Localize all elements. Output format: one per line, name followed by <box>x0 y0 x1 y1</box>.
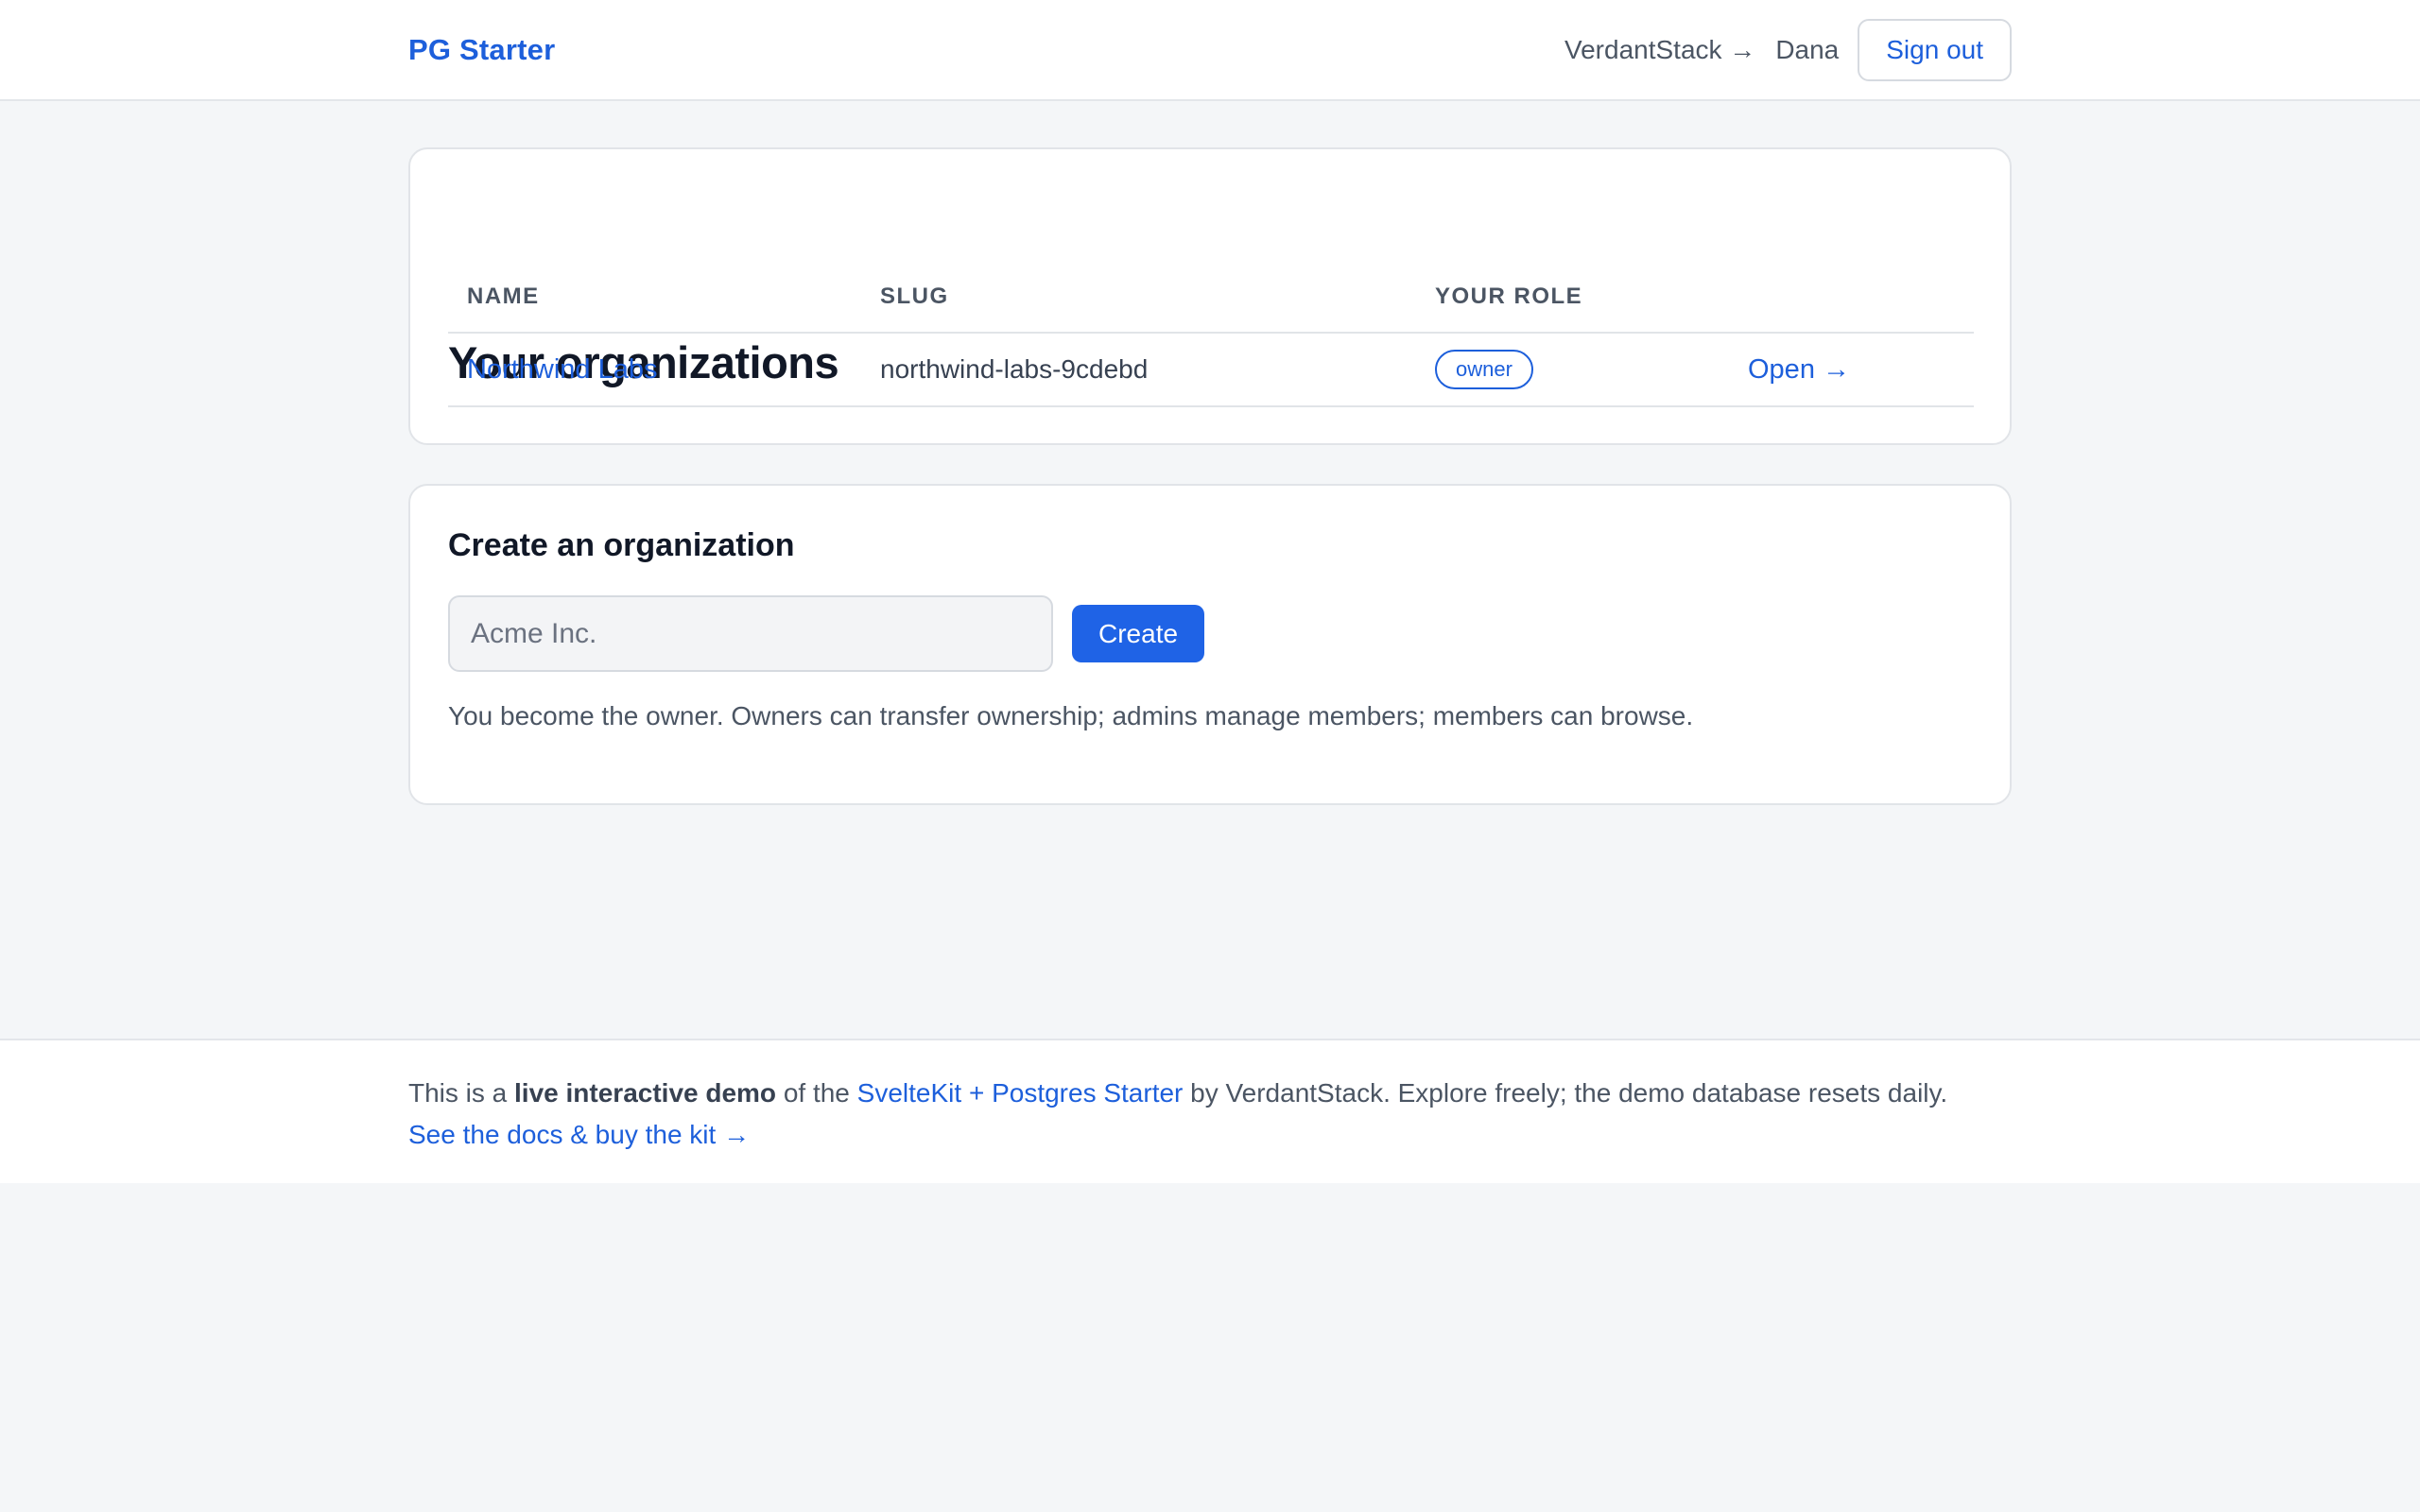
org-name-link[interactable]: Northwind Labs <box>467 354 658 385</box>
nav-right-group: VerdantStack → Dana Sign out <box>1564 18 2012 81</box>
organizations-card: Your organizations NAME SLUG YOUR ROLE N… <box>408 147 2012 445</box>
column-header-name: NAME <box>448 261 861 334</box>
footer-text-middle: of the <box>776 1078 857 1108</box>
column-header-slug: SLUG <box>861 261 1416 334</box>
footer-text-prefix: This is a <box>408 1078 515 1108</box>
column-header-role: YOUR ROLE <box>1416 261 1729 334</box>
org-name-cell: Northwind Labs <box>448 333 861 407</box>
create-form-row: Create <box>448 595 1205 672</box>
footer-text-suffix: by VerdantStack. Explore freely; the dem… <box>1183 1078 1948 1108</box>
open-org-link[interactable]: Open → <box>1748 354 1850 385</box>
organization-name-input[interactable] <box>448 595 1053 672</box>
org-action-cell: Open → <box>1729 333 1974 407</box>
column-header-action <box>1729 261 1974 334</box>
user-name: Dana <box>1775 34 1840 64</box>
sign-out-button[interactable]: Sign out <box>1858 18 2012 81</box>
role-badge: owner <box>1435 350 1533 389</box>
footer-text-bold: live interactive demo <box>514 1078 777 1108</box>
create-button[interactable]: Create <box>1072 605 1205 662</box>
kit-link[interactable]: SvelteKit + Postgres Starter <box>857 1078 1184 1108</box>
create-organization-card: Create an organization Create You become… <box>408 484 2012 805</box>
table-row: Northwind Labs northwind-labs-9cdebd own… <box>448 333 1974 407</box>
footer-text: This is a live interactive demo of the S… <box>408 1073 2034 1156</box>
create-help-text: You become the owner. Owners can transfe… <box>448 701 1694 730</box>
org-slug-cell: northwind-labs-9cdebd <box>861 333 1416 407</box>
table-header-row: NAME SLUG YOUR ROLE <box>448 261 1974 334</box>
top-nav-inner: PG Starter VerdantStack → Dana Sign out <box>408 0 2012 99</box>
org-switch-link[interactable]: VerdantStack → <box>1564 35 1755 65</box>
brand-logo-link[interactable]: PG Starter <box>408 33 555 67</box>
organizations-table: NAME SLUG YOUR ROLE Northwind Labs north… <box>448 261 1974 407</box>
create-organization-title: Create an organization <box>448 527 795 563</box>
org-role-cell: owner <box>1416 333 1729 407</box>
docs-buy-link[interactable]: See the docs & buy the kit → <box>408 1120 750 1149</box>
demo-footer: This is a live interactive demo of the S… <box>0 1039 2420 1183</box>
top-nav-bar: PG Starter VerdantStack → Dana Sign out <box>0 0 2420 101</box>
